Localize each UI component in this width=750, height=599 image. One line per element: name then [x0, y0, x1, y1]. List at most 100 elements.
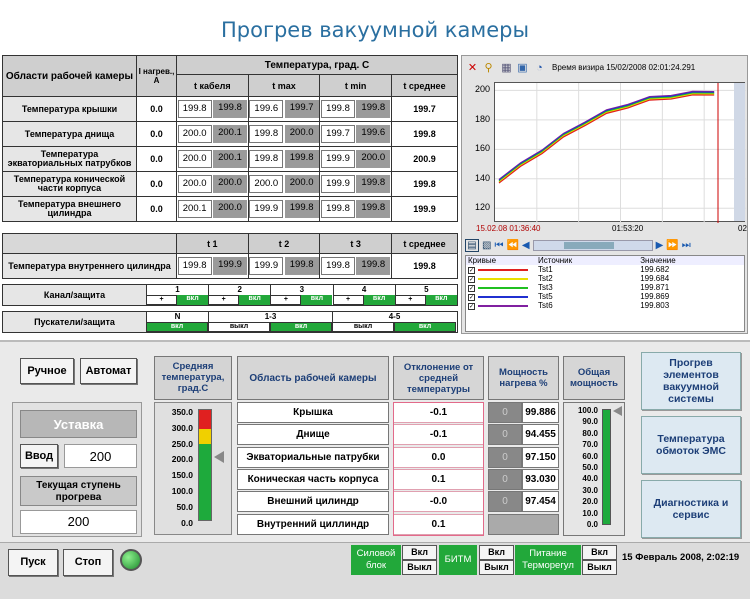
bitm-on-button[interactable]: Вкл	[479, 545, 514, 560]
total-power-bar	[602, 409, 611, 525]
gauge-tick: 250.0	[171, 438, 193, 449]
power-on-button[interactable]: Вкл	[402, 545, 437, 560]
inner-n1: 199.8	[320, 257, 355, 275]
inner-table: t 1 t 2 t 3 t среднее Температура внутре…	[2, 233, 458, 279]
control-panel: Ручное Автомат Уставка Ввод Текущая ступ…	[0, 340, 750, 599]
power-value: 97.150	[522, 446, 559, 468]
forward-fast-icon[interactable]: ⏩	[666, 240, 678, 251]
row-avg: 199.8	[391, 171, 458, 197]
row-n2: 200.0	[356, 150, 391, 168]
legend-checkbox[interactable]: ✓	[468, 294, 475, 301]
thermo-label: Питание Терморегул	[515, 545, 581, 575]
series-line-Tst3	[498, 92, 715, 182]
series-line-Tst5	[498, 91, 715, 181]
legend-swatch	[478, 286, 528, 289]
vacuum-heating-button[interactable]: Прогрев элементов вакуумной системы	[641, 352, 741, 410]
channel-plus[interactable]: +	[208, 295, 240, 305]
gauge-yellow-zone	[199, 428, 211, 445]
gauge-tick: 350.0	[171, 407, 193, 417]
scroll-thumb[interactable]	[563, 241, 614, 249]
starter-on[interactable]: вкл	[270, 322, 332, 332]
fit-icon[interactable]: ▤	[465, 238, 479, 252]
pan-icon[interactable]: ▧	[482, 240, 491, 251]
time-scrollbar[interactable]	[532, 239, 653, 251]
datetime: 15 Февраль 2008, 2:02:19	[622, 552, 740, 563]
channel-on[interactable]: вкл	[239, 295, 271, 305]
zone-name: Коническая часть корпуса	[237, 468, 389, 490]
copy-icon[interactable]: ▦	[500, 62, 513, 75]
setpoint-input[interactable]	[64, 444, 137, 468]
row-n2: 199.6	[356, 125, 391, 143]
channel-on[interactable]: вкл	[425, 295, 457, 305]
stage-value: 200	[20, 510, 137, 534]
starter-on[interactable]: вкл	[146, 322, 208, 332]
plot-area[interactable]	[494, 82, 746, 223]
x-mid-label: 01:53:20	[612, 224, 644, 233]
legend-checkbox[interactable]: ✓	[468, 276, 475, 283]
area-header: Области рабочей камеры	[2, 55, 137, 97]
inner-c2: 199.9	[212, 257, 247, 275]
starter-on[interactable]: вкл	[394, 322, 456, 332]
start-button[interactable]: Пуск	[8, 549, 58, 576]
row-c2: 200.1	[212, 150, 247, 168]
channel-number: 2	[208, 285, 270, 295]
temperature-table: Области рабочей камеры I нагрев., А Темп…	[2, 55, 458, 222]
total-power-gauge: 100.0 90.0 80.0 70.0 60.0 50.0 40.0 30.0 20.0 10.…	[563, 402, 625, 536]
gauge-tick: 100.0	[171, 486, 193, 496]
gauge-red-zone	[199, 410, 211, 429]
diagnostics-button[interactable]: Диагностика и сервис	[641, 480, 741, 538]
vertical-scrollbar[interactable]	[734, 83, 745, 221]
starter-label: N	[146, 312, 208, 322]
row-m1: 199.6	[249, 100, 284, 118]
back-icon[interactable]: ◀	[522, 240, 530, 251]
channel-on[interactable]: вкл	[177, 295, 208, 305]
legend-checkbox[interactable]: ✓	[468, 285, 475, 292]
power-off-button[interactable]: Выкл	[402, 560, 437, 575]
channel-plus[interactable]: +	[332, 295, 364, 305]
ems-temp-button[interactable]: Температура обмоток ЭМС	[641, 416, 741, 474]
legend-checkbox[interactable]: ✓	[468, 267, 475, 274]
legend-checkbox[interactable]: ✓	[468, 303, 475, 310]
zone-dev: 0.1	[393, 513, 484, 535]
last-icon[interactable]: ⏭	[682, 240, 691, 251]
row-m2: 200.0	[284, 125, 319, 143]
zone-name: Внешний цилиндр	[237, 491, 389, 513]
row-n1: 199.8	[320, 200, 355, 218]
channel-on[interactable]: вкл	[363, 295, 395, 305]
input-button[interactable]: Ввод	[20, 444, 58, 468]
gauge-tick: 200.0	[171, 454, 193, 465]
chart-nav: ▤ ▧ ⏮ ⏪ ◀ ▶ ⏩ ⏭	[465, 237, 745, 253]
channel-plus[interactable]: +	[270, 295, 302, 305]
delete-icon[interactable]: ✕	[466, 62, 479, 75]
total-tick: 70.0	[582, 440, 598, 450]
thermo-on-button[interactable]: Вкл	[582, 545, 617, 560]
back-fast-icon[interactable]: ⏪	[506, 240, 518, 251]
forward-icon[interactable]: ▶	[656, 240, 664, 251]
channel-label: Канал/защита	[3, 285, 146, 305]
save-icon[interactable]: ▣	[516, 62, 529, 75]
refresh-icon[interactable]: ◔	[533, 62, 546, 75]
bitm-off-button[interactable]: Выкл	[479, 560, 514, 575]
thermo-off-button[interactable]: Выкл	[582, 560, 617, 575]
sub2-t2: t 2	[247, 233, 321, 254]
channel-on[interactable]: вкл	[301, 295, 333, 305]
sub-cable: t кабеля	[176, 74, 249, 97]
starter-off[interactable]: выкл	[332, 322, 394, 332]
auto-button[interactable]: Автомат	[80, 358, 137, 384]
manual-button[interactable]: Ручное	[20, 358, 74, 384]
first-icon[interactable]: ⏮	[494, 240, 503, 251]
zoom-icon[interactable]: ⚲	[482, 62, 495, 75]
gauge-green-zone	[199, 444, 211, 520]
y-tick: 180	[474, 113, 490, 124]
legend-swatch	[478, 304, 528, 307]
row-c2: 200.0	[212, 200, 247, 218]
channel-plus[interactable]: +	[146, 295, 177, 305]
inner-avg: 199.8	[391, 253, 458, 279]
channel-plus[interactable]: +	[394, 295, 426, 305]
power-block-label: Силовой блок	[351, 545, 401, 575]
row-m2: 199.8	[284, 150, 319, 168]
starter-off[interactable]: выкл	[208, 322, 270, 332]
zone-name: Экваториальные патрубки	[237, 446, 389, 468]
stop-button[interactable]: Стоп	[63, 549, 113, 576]
x-start-label: 15.02.08 01:36:40	[476, 224, 541, 233]
